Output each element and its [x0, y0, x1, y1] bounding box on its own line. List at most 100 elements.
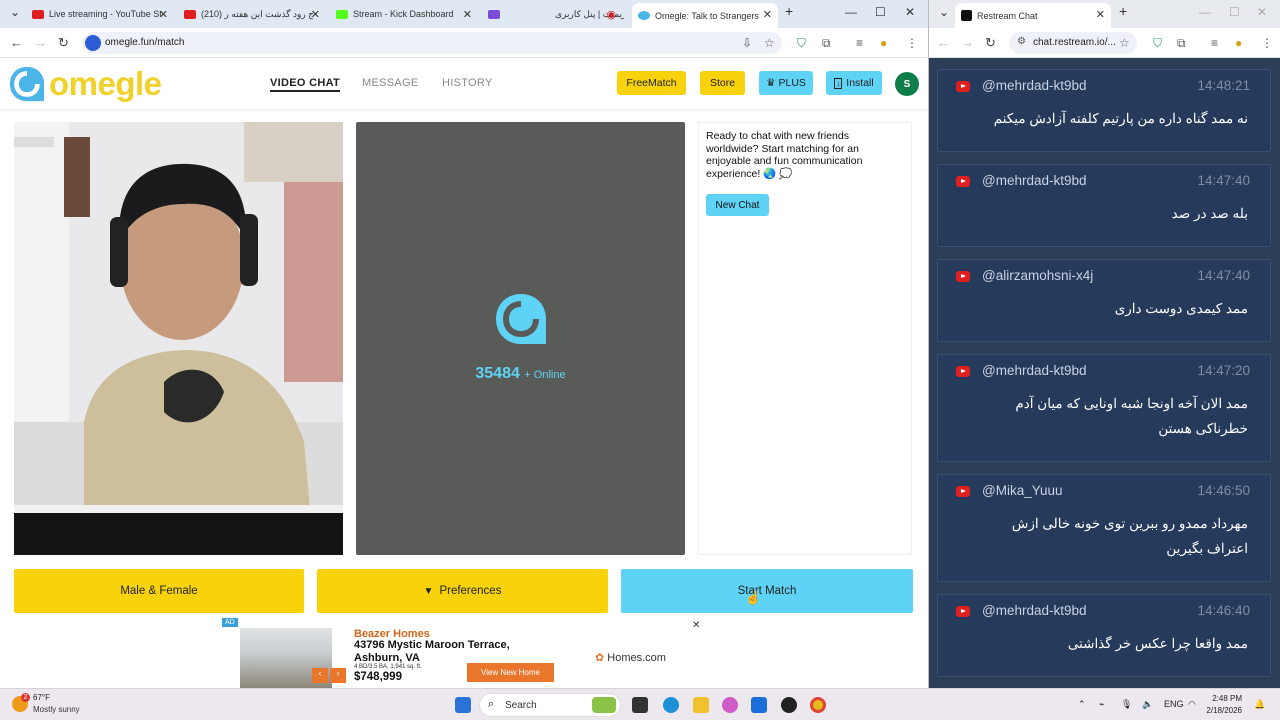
- new-tab-icon[interactable]: +: [1119, 3, 1127, 19]
- advertisement[interactable]: AD ‹ › Beazer Homes 43796 Mystic Maroon …: [222, 618, 707, 688]
- close-window-icon[interactable]: ✕: [1257, 5, 1267, 19]
- youtube-icon: [956, 366, 970, 377]
- maximize-icon[interactable]: ☐: [1229, 5, 1240, 19]
- gender-filter-button[interactable]: Male & Female: [14, 569, 304, 613]
- language-indicator[interactable]: ENG: [1164, 699, 1184, 709]
- shield-extension-icon[interactable]: ⛉: [1153, 36, 1162, 51]
- tab-title: Restream Chat: [977, 10, 1038, 21]
- install-button[interactable]: ↓ Install: [826, 71, 882, 95]
- ad-close-icon[interactable]: ✕: [692, 620, 700, 631]
- maximize-icon[interactable]: ☐: [875, 5, 886, 19]
- microphone-icon[interactable]: 🎙: [1121, 699, 1132, 710]
- chat-timestamp: 14:47:40: [1197, 173, 1250, 188]
- chrome-icon[interactable]: [810, 697, 826, 713]
- minimize-icon[interactable]: —: [1199, 5, 1211, 19]
- reload-icon[interactable]: ↻: [985, 35, 996, 51]
- tab-restream-chat[interactable]: Restream Chat ✕: [955, 3, 1111, 28]
- youtube-icon: [32, 9, 44, 19]
- obs-icon[interactable]: [781, 697, 797, 713]
- profile-extension-icon[interactable]: ●: [1235, 36, 1242, 50]
- filter-icon: ▼: [423, 585, 434, 597]
- media-control-icon[interactable]: ≡: [1211, 36, 1218, 50]
- volume-icon[interactable]: 🔈: [1142, 699, 1153, 710]
- edge-icon[interactable]: [663, 697, 679, 713]
- chat-text: بله صد در صد: [1171, 206, 1248, 221]
- close-tab-icon[interactable]: ✕: [763, 8, 772, 21]
- extensions-icon[interactable]: ⧉: [1177, 36, 1186, 51]
- nav-video-chat[interactable]: VIDEO CHAT: [270, 77, 341, 92]
- text-chat-panel: Ready to chat with new friends worldwide…: [698, 122, 912, 555]
- self-video: [14, 122, 343, 555]
- task-view-icon[interactable]: [632, 697, 648, 713]
- bookmark-star-icon[interactable]: ☆: [764, 36, 775, 50]
- ad-prev-icon[interactable]: ‹: [312, 668, 328, 683]
- new-tab-icon[interactable]: +: [785, 3, 793, 19]
- profile-extension-icon[interactable]: ●: [880, 36, 887, 50]
- plus-button[interactable]: ♛ PLUS: [759, 71, 813, 95]
- address-bar-right[interactable]: ⚙ chat.restream.io/...: [1009, 32, 1137, 54]
- media-control-icon[interactable]: ≡: [856, 36, 863, 50]
- close-window-icon[interactable]: ✕: [905, 5, 915, 19]
- nav-message[interactable]: MESSAGE: [362, 77, 419, 89]
- forward-icon[interactable]: →: [34, 35, 47, 50]
- install-label: Install: [846, 77, 874, 89]
- wifi-icon[interactable]: ◠: [1188, 699, 1196, 710]
- tab-search-icon[interactable]: ⌄: [10, 5, 20, 19]
- plus-label: PLUS: [778, 77, 806, 89]
- install-app-icon[interactable]: ⇩: [742, 36, 752, 50]
- bookmark-star-icon[interactable]: ☆: [1119, 36, 1130, 50]
- close-tab-icon[interactable]: ✕: [311, 8, 320, 21]
- network-icon[interactable]: ⌁: [1099, 699, 1104, 710]
- ad-cta-button[interactable]: View New Home: [467, 663, 554, 682]
- system-clock[interactable]: 2:48 PM 2/18/2026: [1204, 693, 1242, 717]
- forward-icon[interactable]: →: [961, 35, 974, 50]
- new-chat-button[interactable]: New Chat: [706, 194, 769, 216]
- restream-icon: [961, 10, 972, 21]
- search-highlight-icon: [592, 697, 616, 713]
- chat-timestamp: 14:47:20: [1197, 363, 1250, 378]
- menu-kebab-icon[interactable]: ⋮: [1261, 36, 1273, 50]
- avatar[interactable]: S: [895, 72, 919, 96]
- notification-bell-icon[interactable]: 🔔: [1254, 699, 1265, 710]
- store-button[interactable]: Store: [700, 71, 745, 95]
- site-settings-icon[interactable]: ⚙: [1017, 36, 1026, 47]
- minimize-icon[interactable]: —: [845, 5, 857, 19]
- back-icon[interactable]: ←: [937, 35, 950, 50]
- tab-search-icon[interactable]: ⌄: [939, 5, 949, 19]
- freematch-label: FreeMatch: [626, 77, 677, 89]
- close-tab-icon[interactable]: ✕: [1096, 8, 1105, 21]
- extensions-icon[interactable]: ⧉: [822, 36, 831, 51]
- menu-kebab-icon[interactable]: ⋮: [906, 36, 918, 50]
- address-bar[interactable]: omegle.fun/match: [82, 32, 782, 54]
- tab-youtube-studio[interactable]: Live streaming - YouTube Stu ✕: [26, 3, 174, 25]
- tab-remit-panel[interactable]: ریمیت | پنل کاربری ◉: [482, 3, 630, 25]
- site-info-icon[interactable]: [85, 35, 101, 51]
- windows-start-icon[interactable]: [455, 697, 471, 713]
- tray-overflow-icon[interactable]: ⌃: [1078, 699, 1086, 710]
- kick-icon: [336, 9, 348, 19]
- omegle-icon: [638, 11, 650, 20]
- omegle-large-logo-icon: [496, 294, 546, 344]
- preferences-button[interactable]: ▼ Preferences: [317, 569, 608, 613]
- copilot-icon[interactable]: [722, 697, 738, 713]
- chat-message: @mehrdad-kt9bd 14:48:21 نه ممد گناه داره…: [937, 69, 1271, 152]
- search-placeholder: Search: [505, 700, 537, 711]
- start-match-button[interactable]: Start Match: [621, 569, 913, 613]
- tab-youtube-video[interactable]: ج رود گذشت این هفته ر (210) ✕: [178, 3, 326, 25]
- ad-next-icon[interactable]: ›: [330, 668, 346, 683]
- reload-icon[interactable]: ↻: [58, 35, 69, 51]
- close-tab-icon[interactable]: ✕: [159, 8, 168, 21]
- tab-kick-dashboard[interactable]: Stream - Kick Dashboard ✕: [330, 3, 478, 25]
- browser-toolbar-right: ← → ↻ ⚙ chat.restream.io/... ☆ ⛉ ⧉ ≡ ● ⋮: [929, 28, 1280, 58]
- chat-username: @mehrdad-kt9bd: [982, 603, 1087, 618]
- tab-omegle[interactable]: Omegle: Talk to Strangers ✕: [632, 3, 778, 28]
- nav-history[interactable]: HISTORY: [442, 77, 493, 89]
- back-icon[interactable]: ←: [10, 35, 23, 50]
- taskbar-search[interactable]: ⌕ Search: [479, 693, 621, 717]
- freematch-button[interactable]: FreeMatch: [617, 71, 686, 95]
- omegle-logo[interactable]: omegle: [8, 64, 162, 104]
- shield-extension-icon[interactable]: ⛉: [797, 36, 806, 51]
- close-tab-icon[interactable]: ✕: [463, 8, 472, 21]
- store-app-icon[interactable]: [751, 697, 767, 713]
- file-explorer-icon[interactable]: [693, 697, 709, 713]
